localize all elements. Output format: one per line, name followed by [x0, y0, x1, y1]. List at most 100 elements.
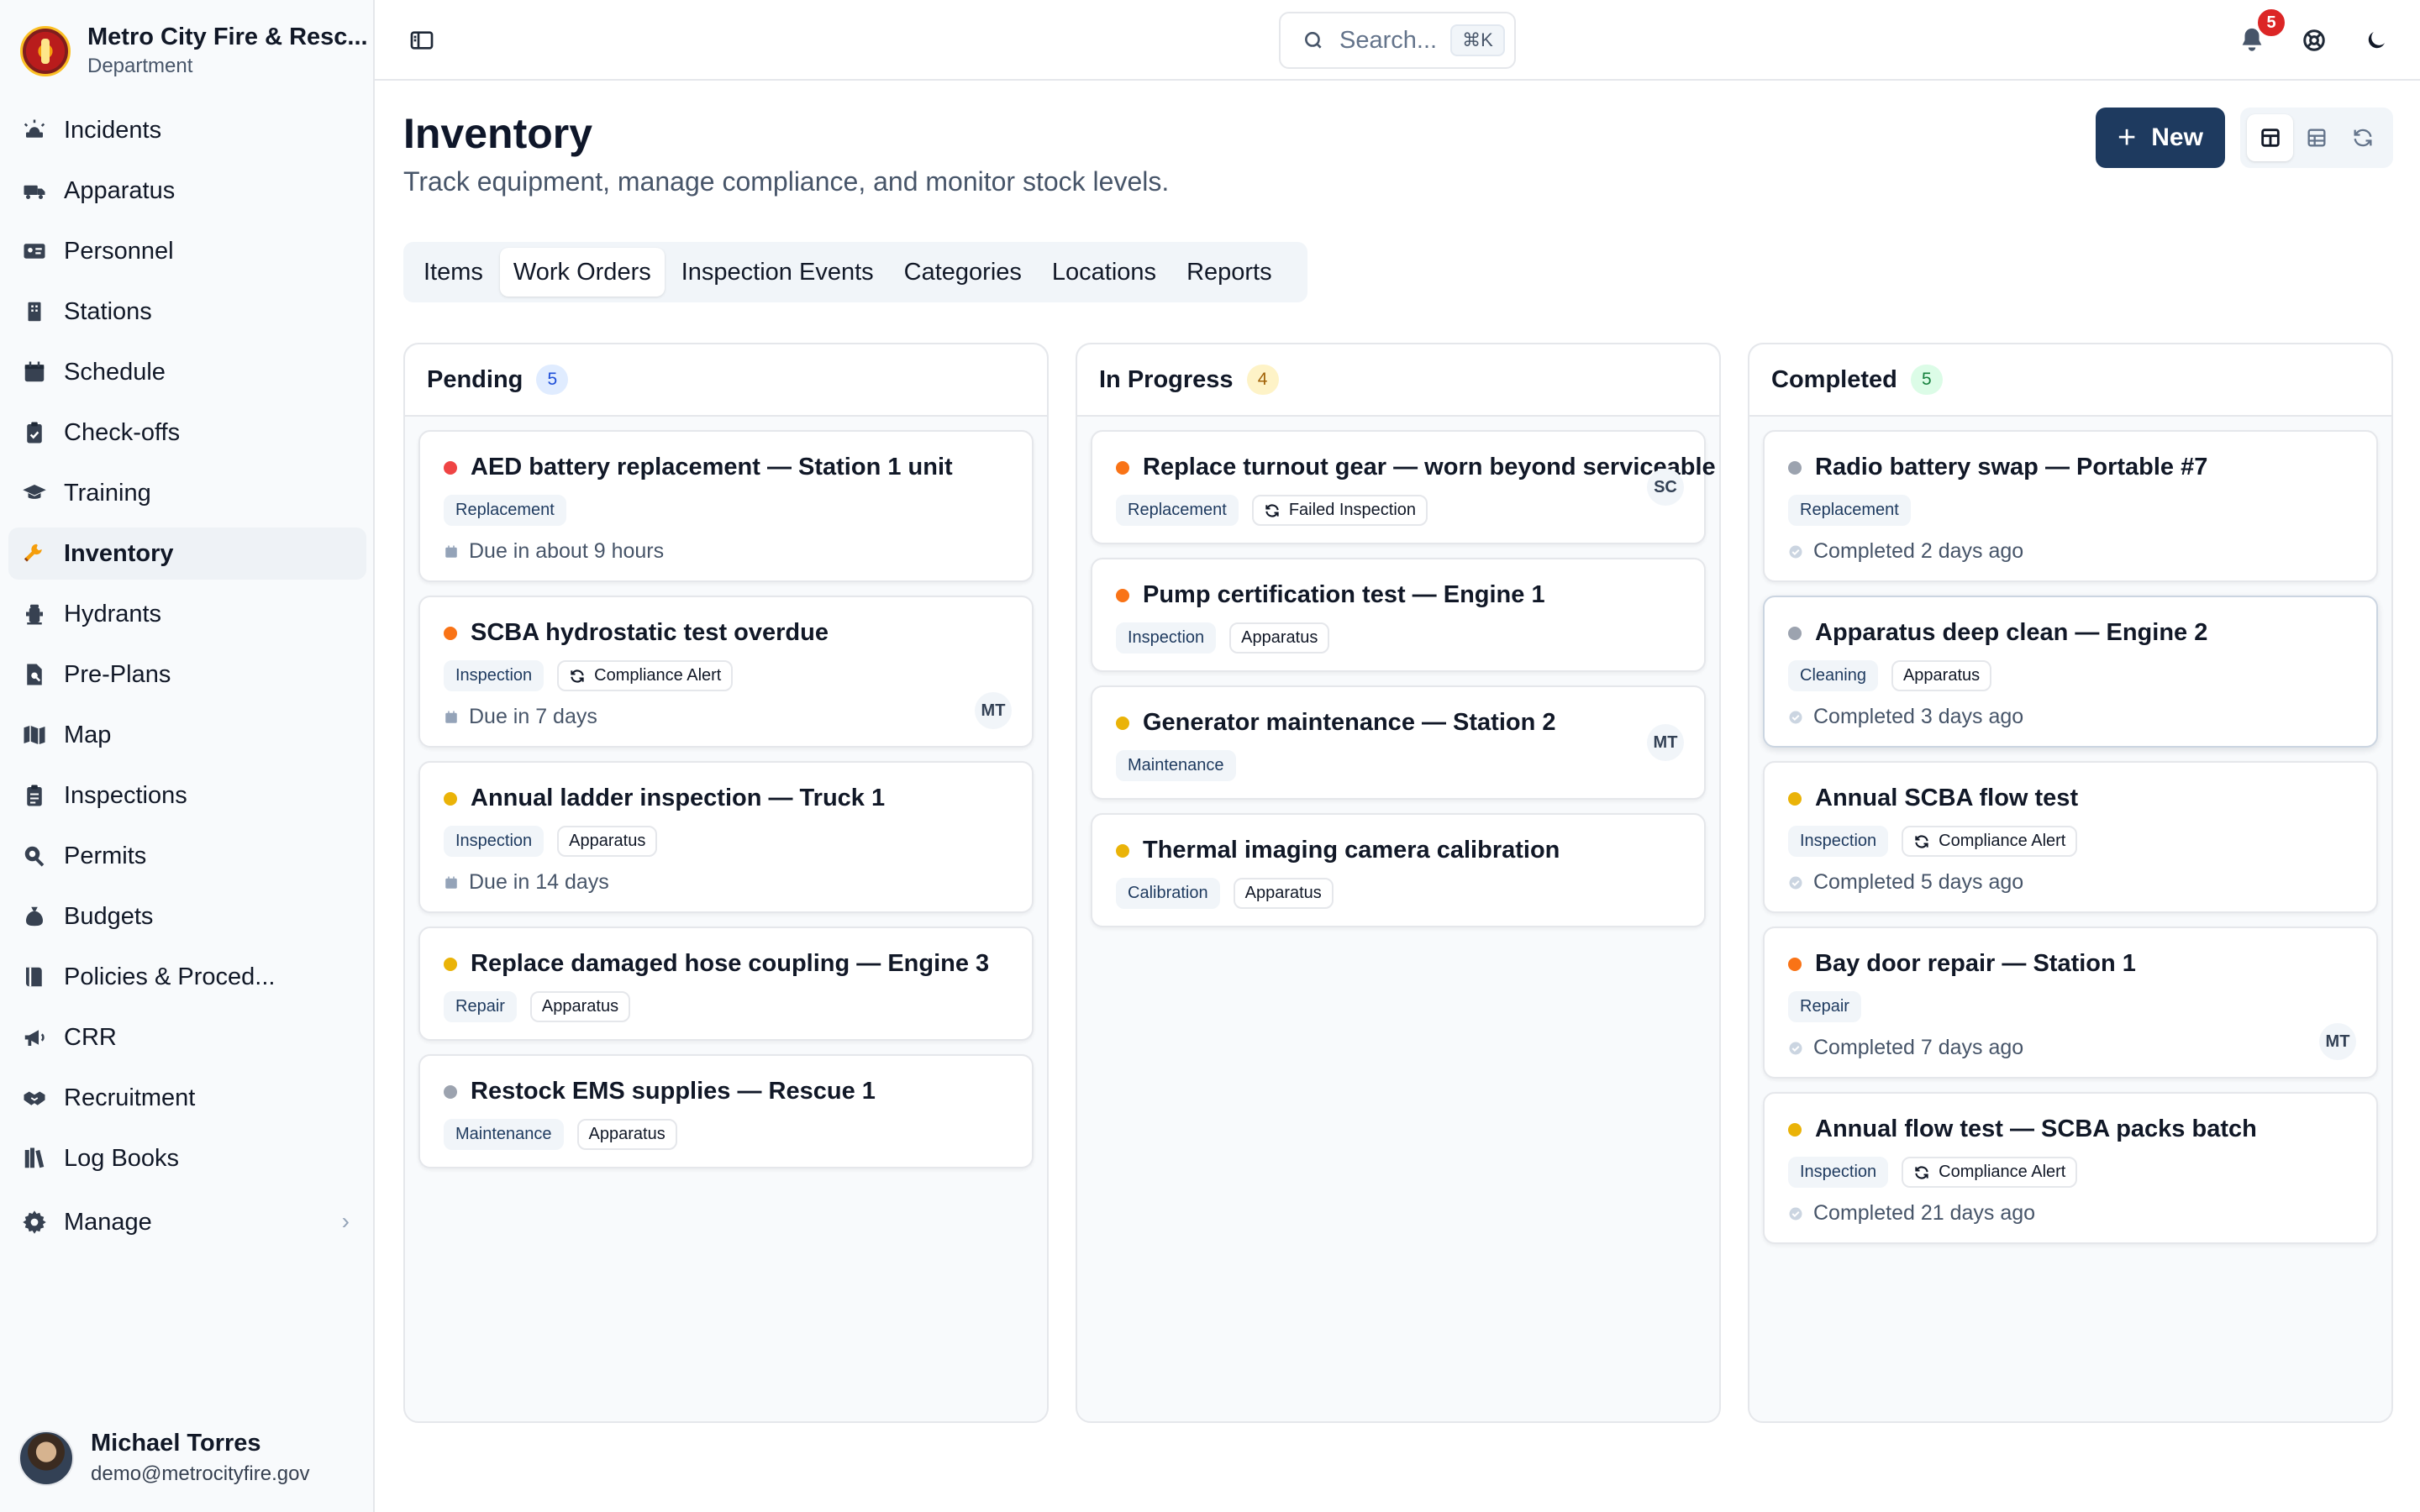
- column-header: Completed 5: [1749, 344, 2391, 417]
- work-order-card[interactable]: Generator maintenance — Station 2 Mainten…: [1091, 685, 1706, 800]
- hydrant-icon: [20, 600, 49, 628]
- sidebar-item-pre-plans[interactable]: Pre-Plans: [8, 648, 366, 701]
- work-order-card[interactable]: Thermal imaging camera calibration Calibr…: [1091, 813, 1706, 927]
- tag-list: Inspection Compliance Alert: [1788, 826, 2353, 857]
- new-button[interactable]: + New: [2096, 108, 2225, 168]
- sidebar-item-schedule[interactable]: Schedule: [8, 346, 366, 398]
- tab-work-orders[interactable]: Work Orders: [499, 248, 665, 297]
- sidebar-item-training[interactable]: Training: [8, 467, 366, 519]
- card-list: Replace turnout gear — worn beyond servi…: [1077, 417, 1719, 927]
- org-brand[interactable]: Metro City Fire & Resc... Department: [20, 24, 368, 78]
- tag-label: Inspection: [455, 832, 533, 850]
- help-button[interactable]: [2297, 24, 2331, 57]
- work-order-card[interactable]: Replace turnout gear — worn beyond servi…: [1091, 430, 1716, 544]
- column-title: Completed: [1771, 365, 1897, 393]
- sidebar-item-inventory[interactable]: Inventory: [8, 528, 366, 580]
- sidebar-toggle-button[interactable]: [408, 27, 435, 54]
- completed-date: Completed 2 days ago: [1788, 539, 2353, 564]
- work-order-title: Bay door repair — Station 1: [1815, 950, 2136, 977]
- sidebar-item-label: Map: [64, 721, 112, 748]
- tag-label: Failed Inspection: [1288, 501, 1417, 519]
- label-tag: Apparatus: [1233, 878, 1334, 909]
- clipboard-list-icon: [20, 781, 49, 810]
- assignee-avatar[interactable]: MT: [2319, 1023, 2356, 1060]
- kanban-icon: [2260, 129, 2280, 147]
- meta-text: Due in 7 days: [469, 705, 597, 728]
- megaphone-icon: [20, 1023, 49, 1052]
- work-order-title: Annual ladder inspection — Truck 1: [471, 785, 886, 811]
- priority-dot: [444, 626, 457, 640]
- sidebar-item-check-offs[interactable]: Check-offs: [8, 407, 366, 459]
- column-header: In Progress 4: [1077, 344, 1719, 417]
- tab-locations[interactable]: Locations: [1039, 248, 1170, 297]
- page-subtitle: Track equipment, manage compliance, and …: [403, 166, 1170, 197]
- sidebar-item-hydrants[interactable]: Hydrants: [8, 588, 366, 640]
- sidebar-item-personnel[interactable]: Personnel: [8, 225, 366, 277]
- work-order-card[interactable]: Radio battery swap — Portable #7 Replacem…: [1763, 430, 2378, 582]
- completed-date: Completed 21 days ago: [1788, 1201, 2353, 1226]
- work-order-card[interactable]: Annual ladder inspection — Truck 1 Inspec…: [418, 761, 1034, 913]
- notifications-button[interactable]: 5: [2235, 7, 2287, 57]
- work-order-card[interactable]: Annual flow test — SCBA packs batch Inspe…: [1763, 1092, 2378, 1244]
- tag-list: Replacement: [1788, 495, 2353, 526]
- sidebar-item-label: Inspections: [64, 781, 187, 809]
- sidebar-item-label: Budgets: [64, 902, 154, 930]
- tab-categories[interactable]: Categories: [891, 248, 1035, 297]
- sidebar-item-permits[interactable]: Permits: [8, 830, 366, 882]
- fire-department-logo: [20, 25, 71, 76]
- sidebar-item-crr[interactable]: CRR: [8, 1011, 366, 1063]
- type-tag: Replacement: [1788, 495, 1911, 526]
- chevron-right-icon: ›: [341, 1208, 350, 1234]
- sidebar-item-incidents[interactable]: Incidents: [8, 104, 366, 156]
- check-circle-icon: [1789, 711, 1802, 723]
- wrench-icon: [20, 539, 49, 568]
- column-completed: Completed 5 Radio battery swap — Portable …: [1748, 343, 2393, 1423]
- tag-label: Apparatus: [588, 1125, 666, 1143]
- tag-label: Inspection: [1800, 1163, 1877, 1181]
- tab-items[interactable]: Items: [410, 248, 497, 297]
- user-profile[interactable]: Michael Torres demo@metrocityfire.gov: [18, 1430, 309, 1486]
- refresh-button[interactable]: [2340, 114, 2386, 161]
- sidebar-item-log-books[interactable]: Log Books: [8, 1132, 366, 1184]
- money-bag-icon: [20, 902, 49, 931]
- work-order-title: Apparatus deep clean — Engine 2: [1815, 619, 2208, 646]
- tab-inspection-events[interactable]: Inspection Events: [668, 248, 887, 297]
- sidebar-item-inspections[interactable]: Inspections: [8, 769, 366, 822]
- type-tag: Maintenance: [1116, 750, 1236, 781]
- work-order-card[interactable]: Replace damaged hose coupling — Engine 3…: [418, 927, 1034, 1041]
- sidebar-item-budgets[interactable]: Budgets: [8, 890, 366, 942]
- work-order-title: Annual flow test — SCBA packs batch: [1815, 1116, 2257, 1142]
- work-order-card[interactable]: Annual SCBA flow test Inspection Complianc…: [1763, 761, 2378, 913]
- sidebar-item-map[interactable]: Map: [8, 709, 366, 761]
- check-circle-icon: [1789, 1207, 1802, 1220]
- assignee-avatar[interactable]: SC: [1647, 469, 1684, 506]
- sidebar-item-apparatus[interactable]: Apparatus: [8, 165, 366, 217]
- work-order-card[interactable]: AED battery replacement — Station 1 unit…: [418, 430, 1034, 582]
- sidebar-item-stations[interactable]: Stations: [8, 286, 366, 338]
- tag-list: Maintenance Apparatus: [444, 1119, 1008, 1150]
- table-view-button[interactable]: [2293, 114, 2339, 161]
- work-order-card[interactable]: Apparatus deep clean — Engine 2 Cleaning A…: [1763, 596, 2378, 748]
- tab-reports[interactable]: Reports: [1173, 248, 1286, 297]
- work-order-card[interactable]: Bay door repair — Station 1 Repair Complet…: [1763, 927, 2378, 1079]
- work-order-card[interactable]: SCBA hydrostatic test overdue Inspection C…: [418, 596, 1034, 748]
- new-button-label: New: [2151, 123, 2203, 151]
- truck-icon: [20, 176, 49, 205]
- meta-text: Completed 21 days ago: [1813, 1201, 2036, 1225]
- sidebar-nav: Incidents Apparatus Personnel Stations Sched…: [8, 104, 366, 1257]
- work-order-card[interactable]: Pump certification test — Engine 1 Inspec…: [1091, 558, 1706, 672]
- assignee-avatar[interactable]: MT: [1647, 724, 1684, 761]
- id-card-icon: [20, 237, 49, 265]
- board-view-button[interactable]: [2247, 114, 2294, 161]
- work-order-card[interactable]: Restock EMS supplies — Rescue 1 Maintenan…: [418, 1054, 1034, 1168]
- assignee-avatar[interactable]: MT: [975, 692, 1012, 729]
- tag-label: Inspection: [455, 666, 533, 685]
- type-tag: Repair: [1788, 991, 1861, 1022]
- work-order-title: Replace turnout gear — worn beyond servi…: [1143, 454, 1716, 480]
- search-input[interactable]: Search... ⌘K: [1279, 12, 1516, 69]
- tag-label: Apparatus: [1241, 628, 1318, 647]
- theme-toggle-button[interactable]: [2360, 24, 2393, 57]
- sidebar-item-manage[interactable]: Manage ›: [8, 1196, 366, 1248]
- sidebar-item-recruitment[interactable]: Recruitment: [8, 1072, 366, 1124]
- sidebar-item-policies-proced[interactable]: Policies & Proced...: [8, 951, 366, 1003]
